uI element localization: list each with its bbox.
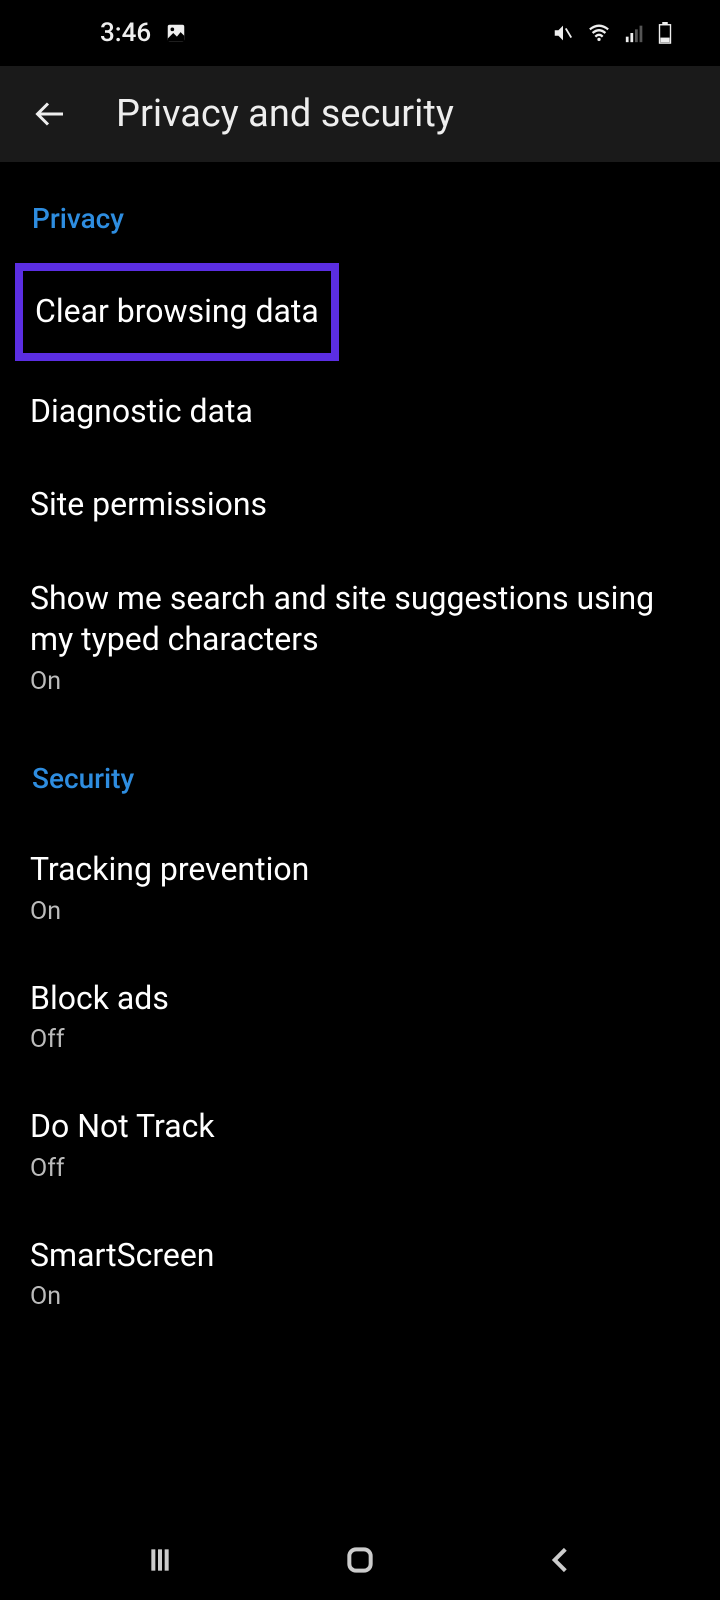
- privacy-section-header: Privacy: [30, 192, 690, 263]
- smartscreen-value: On: [30, 1282, 690, 1311]
- home-button[interactable]: [300, 1535, 420, 1585]
- app-bar: Privacy and security: [0, 66, 720, 162]
- diagnostic-data-row[interactable]: Diagnostic data: [30, 365, 690, 459]
- search-suggestions-value: On: [30, 667, 690, 696]
- do-not-track-label: Do Not Track: [30, 1106, 690, 1148]
- status-left: 3:46: [100, 18, 189, 48]
- arrow-left-icon: [33, 96, 69, 132]
- site-permissions-label: Site permissions: [30, 484, 690, 526]
- block-ads-label: Block ads: [30, 978, 690, 1020]
- back-button[interactable]: [30, 93, 72, 135]
- smartscreen-label: SmartScreen: [30, 1235, 690, 1277]
- recents-button[interactable]: [100, 1535, 220, 1585]
- site-permissions-row[interactable]: Site permissions: [30, 458, 690, 552]
- signal-icon: [622, 22, 648, 44]
- search-suggestions-row[interactable]: Show me search and site suggestions usin…: [30, 552, 690, 722]
- media-icon: [163, 22, 189, 44]
- block-ads-value: Off: [30, 1025, 690, 1054]
- wifi-icon: [586, 22, 612, 44]
- battery-icon: [658, 22, 672, 44]
- tracking-prevention-value: On: [30, 897, 690, 926]
- home-icon: [344, 1544, 376, 1576]
- tracking-prevention-label: Tracking prevention: [30, 849, 690, 891]
- search-suggestions-label: Show me search and site suggestions usin…: [30, 578, 690, 661]
- recents-icon: [144, 1544, 176, 1576]
- page-title: Privacy and security: [116, 92, 454, 136]
- system-nav-bar: [0, 1520, 720, 1600]
- mute-icon: [550, 22, 576, 44]
- block-ads-row[interactable]: Block ads Off: [30, 952, 690, 1081]
- chevron-left-icon: [544, 1544, 576, 1576]
- settings-content: Privacy Clear browsing data Diagnostic d…: [0, 162, 720, 1337]
- tracking-prevention-row[interactable]: Tracking prevention On: [30, 823, 690, 952]
- smartscreen-row[interactable]: SmartScreen On: [30, 1209, 690, 1338]
- back-nav-button[interactable]: [500, 1535, 620, 1585]
- status-right: [550, 22, 672, 44]
- do-not-track-value: Off: [30, 1154, 690, 1183]
- clear-browsing-label: Clear browsing data: [35, 291, 319, 333]
- status-bar: 3:46: [0, 0, 720, 66]
- highlight-annotation: Clear browsing data: [15, 263, 339, 361]
- diagnostic-label: Diagnostic data: [30, 391, 690, 433]
- status-time: 3:46: [100, 18, 151, 48]
- clear-browsing-data-row[interactable]: Clear browsing data: [35, 291, 319, 333]
- do-not-track-row[interactable]: Do Not Track Off: [30, 1080, 690, 1209]
- security-section-header: Security: [30, 752, 690, 823]
